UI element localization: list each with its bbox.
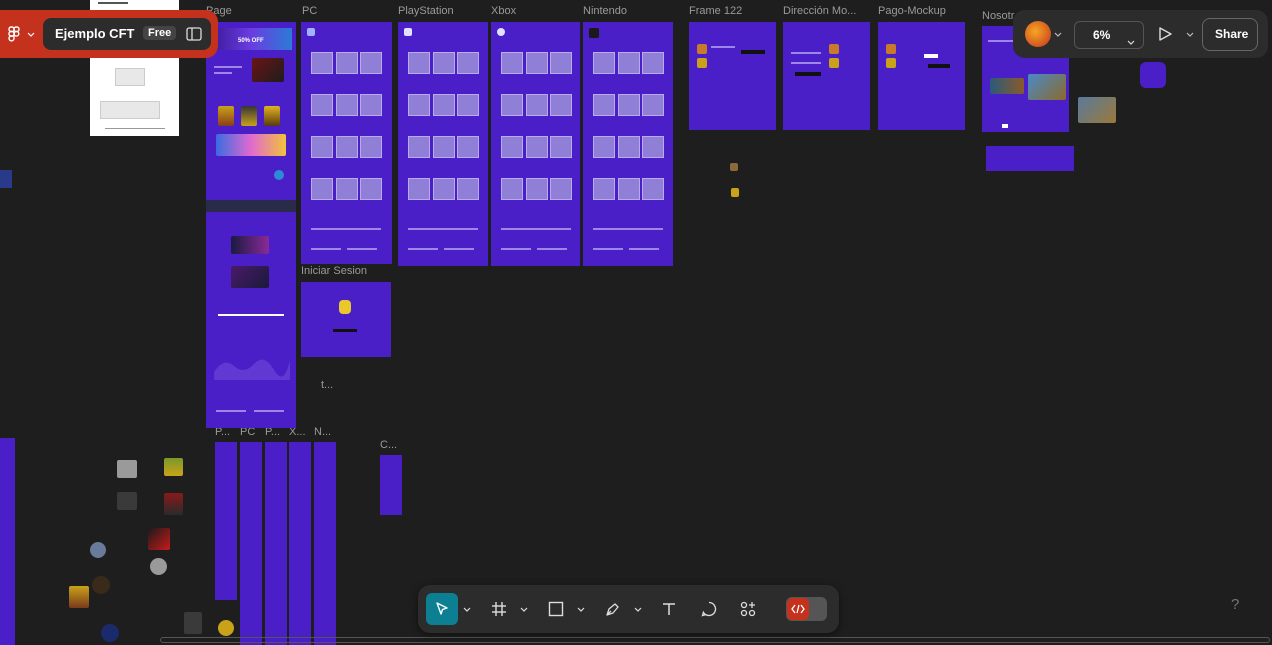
frame-label-t[interactable]: t...	[321, 379, 333, 391]
actions-grid-icon	[740, 601, 756, 617]
dev-mode-toggle[interactable]	[786, 597, 827, 621]
frame-nintendo[interactable]	[583, 22, 673, 266]
image-asset-9[interactable]	[69, 586, 89, 608]
comment-tool-button[interactable]	[693, 593, 725, 625]
plan-badge[interactable]: Free	[143, 26, 177, 40]
image-asset-7[interactable]	[150, 558, 167, 575]
dev-mode-code-icon	[787, 598, 809, 620]
frame-label-nosotros[interactable]: Nosotr	[982, 10, 1014, 22]
move-tool-chevron-icon[interactable]	[462, 604, 472, 614]
frame-mobile-x[interactable]	[289, 442, 311, 645]
comment-bubble-icon	[701, 601, 717, 617]
frame-mobile-n[interactable]	[314, 442, 336, 645]
avatar-chevron-icon[interactable]	[1053, 29, 1063, 39]
image-asset-2[interactable]	[164, 458, 183, 476]
image-asset-4[interactable]	[164, 493, 183, 515]
rectangle-tool-chevron-icon[interactable]	[576, 604, 586, 614]
main-menu-chevron-icon[interactable]	[26, 29, 36, 39]
image-thumbnail-town[interactable]	[1078, 97, 1116, 123]
frame-mobile-p2[interactable]	[265, 442, 287, 645]
frame-left-edge-2[interactable]	[0, 170, 12, 188]
frame-page[interactable]: 50% OFF	[206, 22, 296, 428]
banner-offer-text: 50% OFF	[238, 38, 264, 44]
frame-xbox[interactable]	[491, 22, 580, 266]
frame-label-frame122[interactable]: Frame 122	[689, 5, 742, 17]
pen-nib-icon	[606, 603, 619, 616]
horizontal-scrollbar[interactable]	[160, 637, 1270, 643]
frame-label-mobile-c[interactable]: C...	[380, 439, 397, 451]
figma-logo-icon[interactable]	[8, 26, 22, 42]
frame-tool-button[interactable]	[483, 593, 515, 625]
frame-label-pc[interactable]: PC	[302, 5, 317, 17]
actions-tool-button[interactable]	[733, 593, 765, 625]
frame-nosotros-footer[interactable]	[986, 146, 1074, 171]
pen-tool-button[interactable]	[597, 593, 629, 625]
rectangle-tool-button[interactable]	[540, 593, 572, 625]
frame-left-edge[interactable]	[0, 438, 15, 645]
image-asset-6[interactable]	[90, 542, 106, 558]
text-tool-button[interactable]	[653, 593, 685, 625]
frame-hash-icon	[492, 602, 506, 616]
pen-tool-chevron-icon[interactable]	[633, 604, 643, 614]
frame-mobile-c[interactable]	[380, 455, 402, 515]
image-asset-12[interactable]	[101, 624, 119, 642]
share-button[interactable]: Share	[1202, 18, 1258, 51]
image-asset-10[interactable]	[184, 612, 202, 634]
text-t-icon	[663, 603, 675, 615]
frame-mobile-p1[interactable]	[215, 442, 237, 600]
frame-label-nintendo[interactable]: Nintendo	[583, 5, 627, 17]
frame-label-direccion[interactable]: Dirección Mo...	[783, 5, 856, 17]
present-chevron-icon[interactable]	[1185, 29, 1195, 39]
user-avatar[interactable]	[1025, 21, 1051, 47]
zoom-chevron-icon	[1127, 32, 1135, 50]
share-label: Share	[1215, 27, 1249, 41]
help-button[interactable]: ?	[1231, 596, 1239, 613]
image-asset-3[interactable]	[117, 492, 137, 510]
file-name-pill[interactable]: Ejemplo CFT Free	[43, 18, 211, 50]
present-play-icon[interactable]	[1157, 26, 1173, 47]
frame-label-pago[interactable]: Pago-Mockup	[878, 5, 946, 17]
zoom-level: 6%	[1093, 28, 1111, 42]
rectangle-icon	[548, 601, 564, 617]
sidebar-toggle-icon[interactable]	[186, 27, 202, 46]
zoom-dropdown[interactable]: 6%	[1074, 21, 1144, 49]
frame-tool-chevron-icon[interactable]	[519, 604, 529, 614]
frame-mobile-pc[interactable]	[240, 442, 262, 645]
cursor-arrow-icon	[436, 602, 448, 615]
app-icon-purple[interactable]	[1140, 62, 1166, 88]
frame-pc[interactable]	[301, 22, 392, 264]
image-asset-11[interactable]	[218, 620, 234, 636]
frame-label-iniciar-sesion[interactable]: Iniciar Sesion	[301, 265, 367, 277]
frame-122[interactable]	[689, 22, 776, 130]
image-asset-5[interactable]	[148, 528, 170, 550]
canvas[interactable]: Page PC PlayStation Xbox Nintendo Frame …	[0, 0, 1272, 645]
image-asset-8[interactable]	[92, 576, 110, 594]
frame-label-mobile-n[interactable]: N...	[314, 426, 331, 438]
frame-pago-mockup[interactable]	[878, 22, 965, 130]
move-tool-button[interactable]	[426, 593, 458, 625]
image-asset-1[interactable]	[117, 460, 137, 478]
frame-direccion-mockup[interactable]	[783, 22, 870, 130]
image-asset-14[interactable]	[731, 188, 739, 197]
frame-iniciar-sesion[interactable]	[301, 282, 391, 357]
frame-label-xbox[interactable]: Xbox	[491, 5, 516, 17]
file-name[interactable]: Ejemplo CFT	[55, 26, 134, 41]
frame-playstation[interactable]	[398, 22, 488, 266]
frame-label-playstation[interactable]: PlayStation	[398, 5, 454, 17]
image-asset-13[interactable]	[730, 163, 738, 171]
